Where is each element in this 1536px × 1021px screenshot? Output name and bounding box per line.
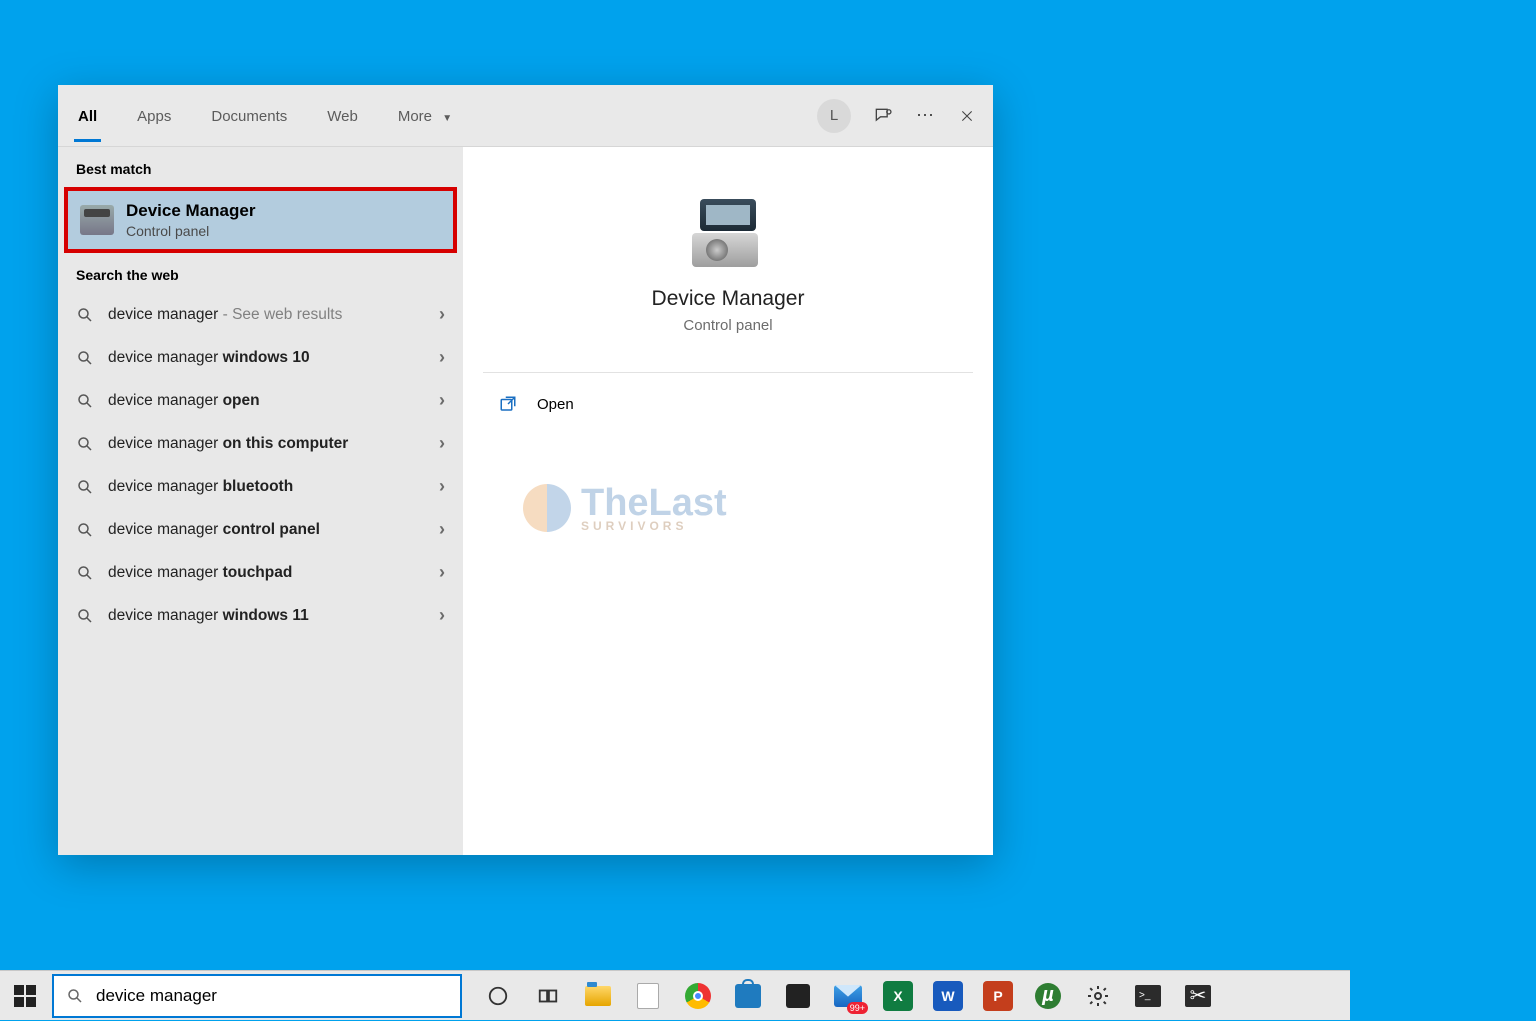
search-icon bbox=[76, 478, 94, 496]
web-result-text: device manager bluetooth bbox=[108, 478, 425, 496]
word-icon[interactable]: W bbox=[932, 980, 964, 1012]
detail-pane: Device Manager Control panel Open TheLas… bbox=[463, 147, 993, 855]
header-right: L ⋯ bbox=[817, 99, 977, 133]
tab-web[interactable]: Web bbox=[323, 90, 362, 141]
tab-more-label: More bbox=[398, 108, 432, 125]
utorrent-icon[interactable]: µ bbox=[1032, 980, 1064, 1012]
more-options-icon[interactable]: ⋯ bbox=[915, 106, 935, 126]
mail-icon[interactable]: 99+ bbox=[832, 980, 864, 1012]
chevron-down-icon: ▼ bbox=[442, 113, 452, 124]
open-label: Open bbox=[537, 396, 574, 413]
open-icon bbox=[499, 395, 517, 413]
feedback-icon[interactable] bbox=[873, 106, 893, 126]
web-result-text: device manager on this computer bbox=[108, 435, 425, 453]
watermark: TheLast SURVIVORS bbox=[523, 482, 727, 533]
search-icon bbox=[76, 349, 94, 367]
search-icon bbox=[76, 607, 94, 625]
tab-more[interactable]: More ▼ bbox=[394, 90, 456, 141]
taskbar-search[interactable] bbox=[52, 974, 462, 1018]
taskbar: 99+ X W P µ >_ ✂ bbox=[0, 970, 1350, 1020]
snip-icon[interactable]: ✂ bbox=[1182, 980, 1214, 1012]
chevron-right-icon: › bbox=[439, 519, 445, 540]
notes-icon[interactable] bbox=[782, 980, 814, 1012]
store-icon[interactable] bbox=[732, 980, 764, 1012]
mail-badge: 99+ bbox=[847, 1002, 868, 1014]
search-input[interactable] bbox=[96, 986, 448, 1006]
web-result-text: device manager windows 10 bbox=[108, 349, 425, 367]
task-view-icon[interactable] bbox=[532, 980, 564, 1012]
excel-icon[interactable]: X bbox=[882, 980, 914, 1012]
web-result[interactable]: device manager open › bbox=[58, 379, 463, 422]
flyout-body: Best match Device Manager Control panel … bbox=[58, 147, 993, 855]
best-match-subtitle: Control panel bbox=[126, 223, 255, 239]
windows-logo-icon bbox=[14, 985, 36, 1007]
chevron-right-icon: › bbox=[439, 433, 445, 454]
watermark-text: TheLast bbox=[581, 482, 727, 524]
open-action[interactable]: Open bbox=[463, 373, 993, 435]
settings-icon[interactable] bbox=[1082, 980, 1114, 1012]
best-match-label: Best match bbox=[58, 147, 463, 187]
flyout-header: All Apps Documents Web More ▼ L ⋯ bbox=[58, 85, 993, 147]
search-icon bbox=[76, 392, 94, 410]
tab-documents[interactable]: Documents bbox=[207, 90, 291, 141]
powerpoint-icon[interactable]: P bbox=[982, 980, 1014, 1012]
taskbar-icons: 99+ X W P µ >_ ✂ bbox=[482, 980, 1214, 1012]
web-result-text: device manager - See web results bbox=[108, 306, 425, 324]
cortana-icon[interactable] bbox=[482, 980, 514, 1012]
chevron-right-icon: › bbox=[439, 390, 445, 411]
web-result[interactable]: device manager control panel › bbox=[58, 508, 463, 551]
web-result-text: device manager touchpad bbox=[108, 564, 425, 582]
terminal-icon[interactable]: >_ bbox=[1132, 980, 1164, 1012]
file-explorer-icon[interactable] bbox=[582, 980, 614, 1012]
best-match-result[interactable]: Device Manager Control panel bbox=[64, 187, 457, 253]
chevron-right-icon: › bbox=[439, 476, 445, 497]
watermark-logo-icon bbox=[523, 484, 571, 532]
best-match-title: Device Manager bbox=[126, 201, 255, 221]
web-result-text: device manager open bbox=[108, 392, 425, 410]
web-result[interactable]: device manager bluetooth › bbox=[58, 465, 463, 508]
blank-app-icon[interactable] bbox=[632, 980, 664, 1012]
web-result-text: device manager windows 11 bbox=[108, 607, 425, 625]
web-result[interactable]: device manager - See web results › bbox=[58, 293, 463, 336]
web-result[interactable]: device manager touchpad › bbox=[58, 551, 463, 594]
chevron-right-icon: › bbox=[439, 347, 445, 368]
device-manager-large-icon bbox=[688, 199, 768, 269]
user-avatar[interactable]: L bbox=[817, 99, 851, 133]
web-results-list: device manager - See web results › devic… bbox=[58, 293, 463, 637]
tab-apps[interactable]: Apps bbox=[133, 90, 175, 141]
search-flyout: All Apps Documents Web More ▼ L ⋯ Best m… bbox=[58, 85, 993, 855]
web-result-text: device manager control panel bbox=[108, 521, 425, 539]
chevron-right-icon: › bbox=[439, 605, 445, 626]
web-result[interactable]: device manager on this computer › bbox=[58, 422, 463, 465]
search-icon bbox=[76, 306, 94, 324]
tab-all[interactable]: All bbox=[74, 90, 101, 141]
search-icon bbox=[76, 521, 94, 539]
filter-tabs: All Apps Documents Web More ▼ bbox=[74, 90, 456, 141]
device-manager-icon bbox=[80, 205, 114, 235]
search-web-label: Search the web bbox=[58, 253, 463, 293]
results-column: Best match Device Manager Control panel … bbox=[58, 147, 463, 855]
detail-title: Device Manager bbox=[652, 287, 805, 311]
search-icon bbox=[66, 987, 84, 1005]
start-button[interactable] bbox=[0, 971, 50, 1021]
chevron-right-icon: › bbox=[439, 304, 445, 325]
chevron-right-icon: › bbox=[439, 562, 445, 583]
chrome-icon[interactable] bbox=[682, 980, 714, 1012]
search-icon bbox=[76, 435, 94, 453]
close-icon[interactable] bbox=[957, 106, 977, 126]
detail-subtitle: Control panel bbox=[683, 317, 772, 334]
web-result[interactable]: device manager windows 11 › bbox=[58, 594, 463, 637]
web-result[interactable]: device manager windows 10 › bbox=[58, 336, 463, 379]
search-icon bbox=[76, 564, 94, 582]
